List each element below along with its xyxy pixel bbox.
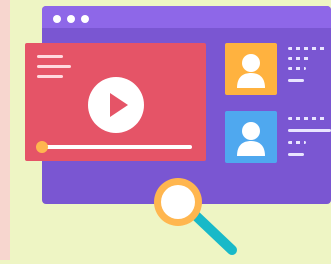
video-text-line	[37, 65, 71, 68]
user-avatar-icon	[237, 54, 265, 88]
profile-text-line	[288, 57, 310, 60]
play-icon	[110, 93, 128, 117]
window-dot-2	[67, 15, 75, 23]
video-player-card	[25, 43, 206, 161]
profile-text-line	[288, 141, 306, 144]
video-text-line	[37, 75, 63, 78]
window-dot-1	[53, 15, 61, 23]
magnifier-icon	[150, 174, 240, 260]
play-button[interactable]	[88, 77, 144, 133]
profile-text-line	[288, 47, 328, 50]
profile-text-line	[288, 67, 306, 70]
left-edge-strip	[0, 0, 10, 260]
avatar-card-1	[225, 43, 277, 95]
video-progress-track[interactable]	[41, 145, 192, 149]
window-dot-3	[81, 15, 89, 23]
video-text-line	[37, 55, 63, 58]
user-avatar-icon	[237, 122, 265, 156]
profile-text-line	[288, 129, 331, 132]
avatar-card-2	[225, 111, 277, 163]
video-progress-knob[interactable]	[36, 141, 48, 153]
window-titlebar	[42, 6, 331, 28]
profile-text-line	[288, 79, 304, 82]
profile-text-line	[288, 153, 304, 156]
profile-text-line	[288, 117, 328, 120]
